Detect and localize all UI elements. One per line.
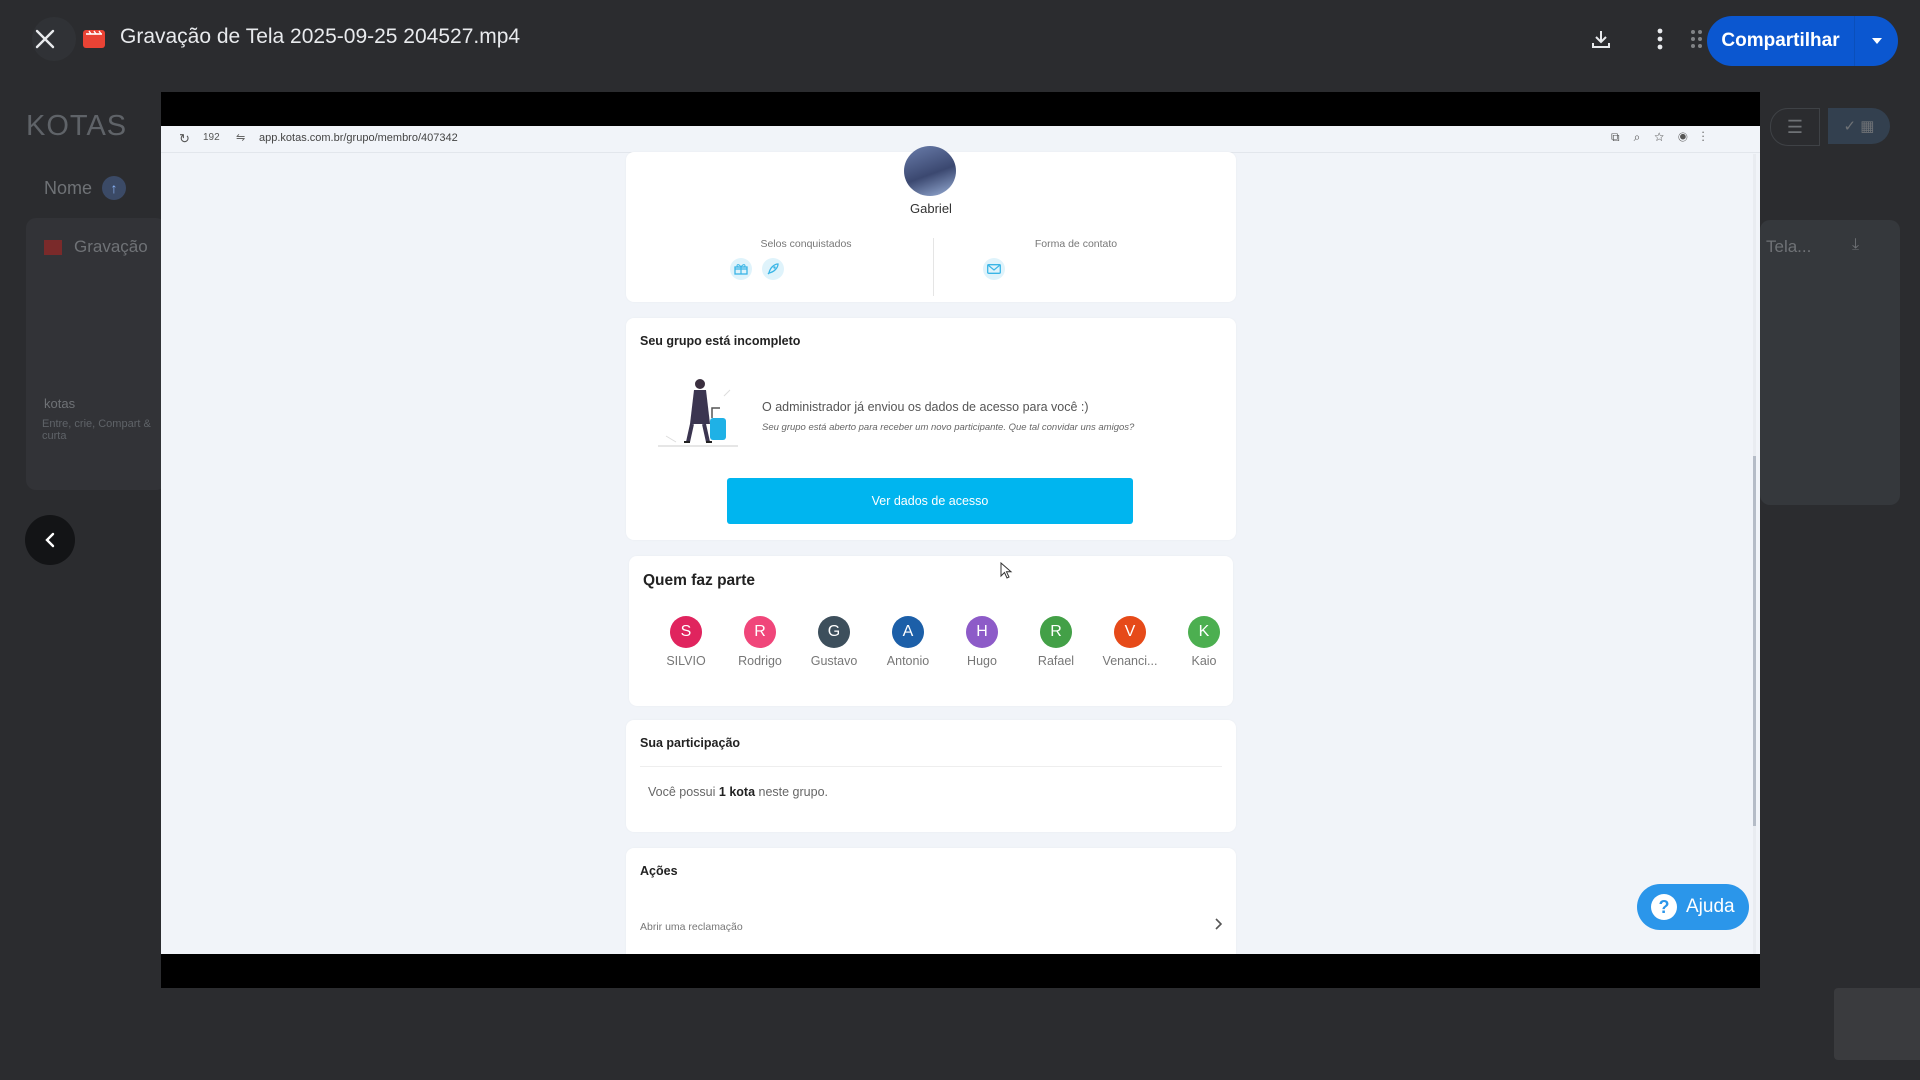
members-title: Quem faz parte <box>643 572 755 589</box>
participation-title: Sua participação <box>640 736 741 750</box>
avatar <box>904 146 956 196</box>
view-access-data-button[interactable]: Ver dados de acesso <box>727 478 1133 524</box>
file-title: Gravação de Tela 2025-09-25 204527.mp4 <box>120 25 521 48</box>
members-list: S SILVIO R Rodrigo G Gustavo A Antonio H Hugo… <box>649 616 1229 686</box>
download-icon <box>1592 31 1610 48</box>
group-status-card: Seu grupo está incompleto O administrado… <box>626 318 1236 540</box>
mouse-cursor-icon <box>1000 562 1013 579</box>
member-item[interactable]: H Hugo <box>945 616 1019 668</box>
sort-arrow-icon: ↑ <box>102 176 126 200</box>
member-name-label: SILVIO <box>666 654 706 668</box>
member-item[interactable]: K Kaio <box>1167 616 1241 668</box>
contato-label: Forma de contato <box>1034 238 1118 250</box>
chevron-right-icon <box>1210 916 1226 932</box>
group-status-title: Seu grupo está incompleto <box>640 334 801 348</box>
member-avatar: H <box>966 616 998 648</box>
browser-toolbar: ↻ 192 ⇋ app.kotas.com.br/grupo/membro/40… <box>161 126 1760 153</box>
more-vert-icon <box>1657 28 1663 50</box>
member-name-label: Rafael <box>1037 654 1075 668</box>
member-avatar: A <box>892 616 924 648</box>
member-name-label: Venanci... <box>1102 654 1158 668</box>
selos-label: Selos conquistados <box>760 238 852 250</box>
share-label: Compartilhar <box>1721 30 1840 51</box>
reload-icon: ↻ <box>179 131 190 146</box>
background-sort-label: Nome <box>44 178 93 198</box>
background-file-name: Gravação <box>44 237 164 257</box>
group-status-message: O administrador já enviou os dados de ac… <box>762 400 1089 414</box>
group-status-submessage: Seu grupo está aberto para receber um no… <box>762 422 1135 433</box>
share-button[interactable]: Compartilhar <box>1707 16 1898 66</box>
divider <box>640 766 1222 767</box>
grid-view-icon: ✓ ▦ <box>1828 108 1890 144</box>
member-item[interactable]: G Gustavo <box>797 616 871 668</box>
background-download-icon: ⤓ <box>1852 236 1860 253</box>
background-kotas-label: kotas <box>44 396 76 411</box>
participation-card: Sua participação Você possui 1 kota nest… <box>626 720 1236 832</box>
member-avatar: K <box>1188 616 1220 648</box>
member-avatar: G <box>818 616 850 648</box>
address-bar: app.kotas.com.br/grupo/membro/407342 <box>259 132 458 144</box>
background-view-toggle: ☰ ✓ ▦ <box>1770 108 1910 146</box>
mail-icon <box>983 258 1005 280</box>
member-avatar: V <box>1114 616 1146 648</box>
help-button: ? Ajuda <box>1637 884 1749 930</box>
video-file-icon <box>44 240 62 256</box>
member-name-label: Antonio <box>886 654 930 668</box>
background-kotas-sub: Entre, crie, Compart & curta <box>42 418 151 442</box>
help-label: Ajuda <box>1686 896 1735 917</box>
member-name-label: Rodrigo <box>738 654 782 668</box>
member-item[interactable]: V Venanci... <box>1093 616 1167 668</box>
member-item[interactable]: A Antonio <box>871 616 945 668</box>
chevron-left-icon <box>45 532 55 548</box>
member-name: Gabriel <box>910 201 952 216</box>
previous-file-button[interactable] <box>25 515 75 565</box>
member-item[interactable]: R Rodrigo <box>723 616 797 668</box>
browser-action-icons: ⧉⌕☆◉⋮ <box>1611 130 1719 144</box>
scrollbar-thumb <box>1753 456 1756 826</box>
member-avatar: R <box>1040 616 1072 648</box>
question-icon: ? <box>1651 894 1677 920</box>
close-icon <box>35 29 55 49</box>
actions-card: Ações Abrir uma reclamação <box>626 848 1236 954</box>
tab-count: 192 <box>203 132 220 143</box>
member-avatar: S <box>670 616 702 648</box>
background-right-file: Tela... <box>1766 237 1812 256</box>
member-name-label: Hugo <box>967 654 997 668</box>
column-divider <box>933 238 934 296</box>
background-right-card <box>1760 220 1900 505</box>
preview-topbar: Gravação de Tela 2025-09-25 204527.mp4 C… <box>0 0 1920 80</box>
share-dropdown-button[interactable] <box>1855 38 1898 44</box>
close-button[interactable] <box>28 22 62 56</box>
video-file-icon <box>83 30 105 48</box>
participation-text: Você possui 1 kota neste grupo. <box>648 785 828 799</box>
member-name-label: Gustavo <box>810 654 858 668</box>
actions-title: Ações <box>640 864 678 878</box>
open-complaint-link[interactable]: Abrir uma reclamação <box>640 921 743 933</box>
member-name-label: Kaio <box>1191 654 1217 668</box>
background-file-card <box>26 218 166 490</box>
site-settings-icon: ⇋ <box>236 132 246 144</box>
apps-icon <box>1691 30 1702 48</box>
caret-down-icon <box>1871 38 1882 44</box>
member-item[interactable]: R Rafael <box>1019 616 1093 668</box>
member-item[interactable]: S SILVIO <box>649 616 723 668</box>
video-player[interactable]: ↻ 192 ⇋ app.kotas.com.br/grupo/membro/40… <box>161 92 1760 988</box>
rocket-badge-icon <box>762 258 784 280</box>
more-options-button[interactable] <box>1645 24 1675 54</box>
recaptcha-badge <box>1834 988 1920 1060</box>
member-avatar: R <box>744 616 776 648</box>
download-button[interactable] <box>1586 24 1616 54</box>
video-frame: ↻ 192 ⇋ app.kotas.com.br/grupo/membro/40… <box>161 126 1760 954</box>
list-view-icon: ☰ <box>1770 108 1820 146</box>
traveler-illustration <box>658 379 738 447</box>
profile-card: Gabriel Selos conquistados Forma de cont… <box>626 146 1236 302</box>
members-card: Quem faz parte S SILVIO R Rodrigo G Gustavo… <box>629 556 1233 706</box>
gift-badge-icon <box>730 258 752 280</box>
background-brand: KOTAS <box>26 110 128 142</box>
